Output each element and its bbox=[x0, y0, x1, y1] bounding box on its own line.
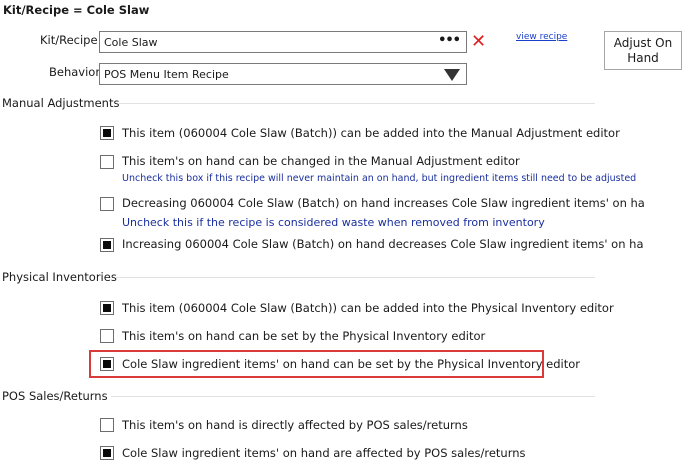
adjust-button-line2: Hand bbox=[627, 51, 659, 65]
chevron-down-icon bbox=[444, 69, 460, 81]
manual-option-4: Increasing 060004 Cole Slaw (Batch) on h… bbox=[122, 237, 644, 251]
kit-recipe-field[interactable]: Cole Slaw ••• bbox=[99, 31, 467, 53]
behavior-label: Behavior bbox=[49, 65, 101, 79]
manual-option-2: This item's on hand can be changed in th… bbox=[122, 154, 520, 168]
pos-sales-returns-heading: POS Sales/Returns bbox=[2, 389, 108, 403]
manual-option-1: This item (060004 Cole Slaw (Batch)) can… bbox=[122, 126, 620, 140]
manual-checkbox-3[interactable] bbox=[100, 197, 114, 211]
pos-option-2: Cole Slaw ingredient items' on hand are … bbox=[122, 446, 526, 460]
manual-adjustments-heading: Manual Adjustments bbox=[2, 96, 120, 110]
manual-option-2-note: Uncheck this box if this recipe will nev… bbox=[122, 173, 637, 184]
section-divider bbox=[111, 396, 595, 397]
kit-recipe-label: Kit/Recipe bbox=[40, 33, 98, 47]
view-recipe-link[interactable]: view recipe bbox=[516, 32, 567, 42]
section-divider bbox=[119, 103, 595, 104]
physical-checkbox-2[interactable] bbox=[100, 329, 114, 343]
clear-icon[interactable]: ✕ bbox=[471, 31, 486, 52]
physical-checkbox-1[interactable] bbox=[100, 301, 114, 315]
pos-checkbox-2[interactable] bbox=[100, 446, 114, 460]
physical-option-3: Cole Slaw ingredient items' on hand can … bbox=[122, 357, 581, 371]
adjust-on-hand-button[interactable]: Adjust On Hand bbox=[604, 31, 682, 70]
manual-option-3-note: Uncheck this if the recipe is considered… bbox=[122, 216, 545, 229]
manual-checkbox-2[interactable] bbox=[100, 155, 114, 169]
physical-option-1: This item (060004 Cole Slaw (Batch)) can… bbox=[122, 301, 614, 315]
kit-recipe-value: Cole Slaw bbox=[104, 36, 158, 49]
adjust-button-line1: Adjust On bbox=[613, 36, 673, 50]
page-title: Kit/Recipe = Cole Slaw bbox=[3, 3, 150, 17]
manual-checkbox-4[interactable] bbox=[100, 238, 114, 252]
manual-checkbox-1[interactable] bbox=[100, 126, 114, 140]
manual-option-3: Decreasing 060004 Cole Slaw (Batch) on h… bbox=[122, 196, 645, 210]
physical-inventories-heading: Physical Inventories bbox=[2, 270, 117, 284]
physical-option-2: This item's on hand can be set by the Ph… bbox=[122, 329, 486, 343]
pos-checkbox-1[interactable] bbox=[100, 418, 114, 432]
more-options-icon[interactable]: ••• bbox=[438, 33, 461, 48]
section-divider bbox=[115, 277, 595, 278]
behavior-select[interactable]: POS Menu Item Recipe bbox=[99, 63, 467, 85]
physical-checkbox-3[interactable] bbox=[100, 357, 114, 371]
pos-option-1: This item's on hand is directly affected… bbox=[122, 418, 468, 432]
behavior-value: POS Menu Item Recipe bbox=[104, 68, 229, 81]
